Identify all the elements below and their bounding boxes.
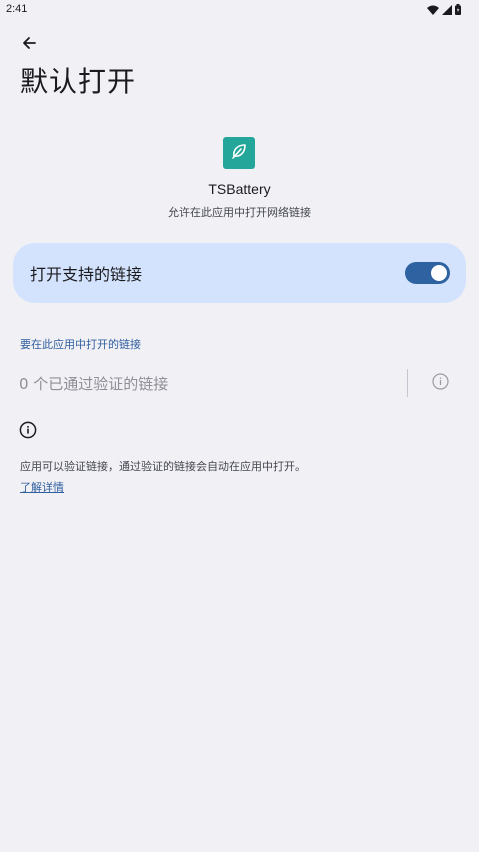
- switch-thumb: [431, 265, 447, 281]
- status-bar: 2:41: [0, 0, 479, 20]
- battery-icon: [455, 4, 461, 15]
- status-icons: [427, 4, 461, 15]
- toggle-label: 打开支持的链接: [30, 265, 143, 284]
- verified-links-text: 0 个已通过验证的链接: [19, 375, 169, 393]
- app-name: TSBattery: [208, 181, 271, 197]
- wifi-icon: [427, 5, 439, 15]
- status-time: 2:41: [6, 3, 28, 15]
- footer-description: 应用可以验证链接，通过验证的链接会自动在应用中打开。: [20, 460, 306, 473]
- leaf-icon: [230, 142, 248, 164]
- links-section-header: 要在此应用中打开的链接: [20, 338, 141, 351]
- verified-links-info-button[interactable]: [430, 372, 450, 394]
- info-icon: [431, 372, 449, 394]
- arrow-back-icon: [21, 35, 37, 55]
- row-divider: [407, 369, 408, 397]
- app-subtitle: 允许在此应用中打开网络链接: [168, 206, 311, 219]
- open-supported-links-toggle[interactable]: 打开支持的链接: [13, 243, 466, 303]
- info-icon: [19, 421, 39, 441]
- learn-more-link[interactable]: 了解详情: [20, 479, 64, 495]
- toggle-switch[interactable]: [405, 262, 450, 284]
- back-button[interactable]: [16, 33, 42, 57]
- signal-icon: [442, 4, 452, 15]
- verified-links-row: 0 个已通过验证的链接: [0, 364, 479, 402]
- page-title: 默认打开: [20, 65, 137, 98]
- app-icon: [223, 137, 255, 169]
